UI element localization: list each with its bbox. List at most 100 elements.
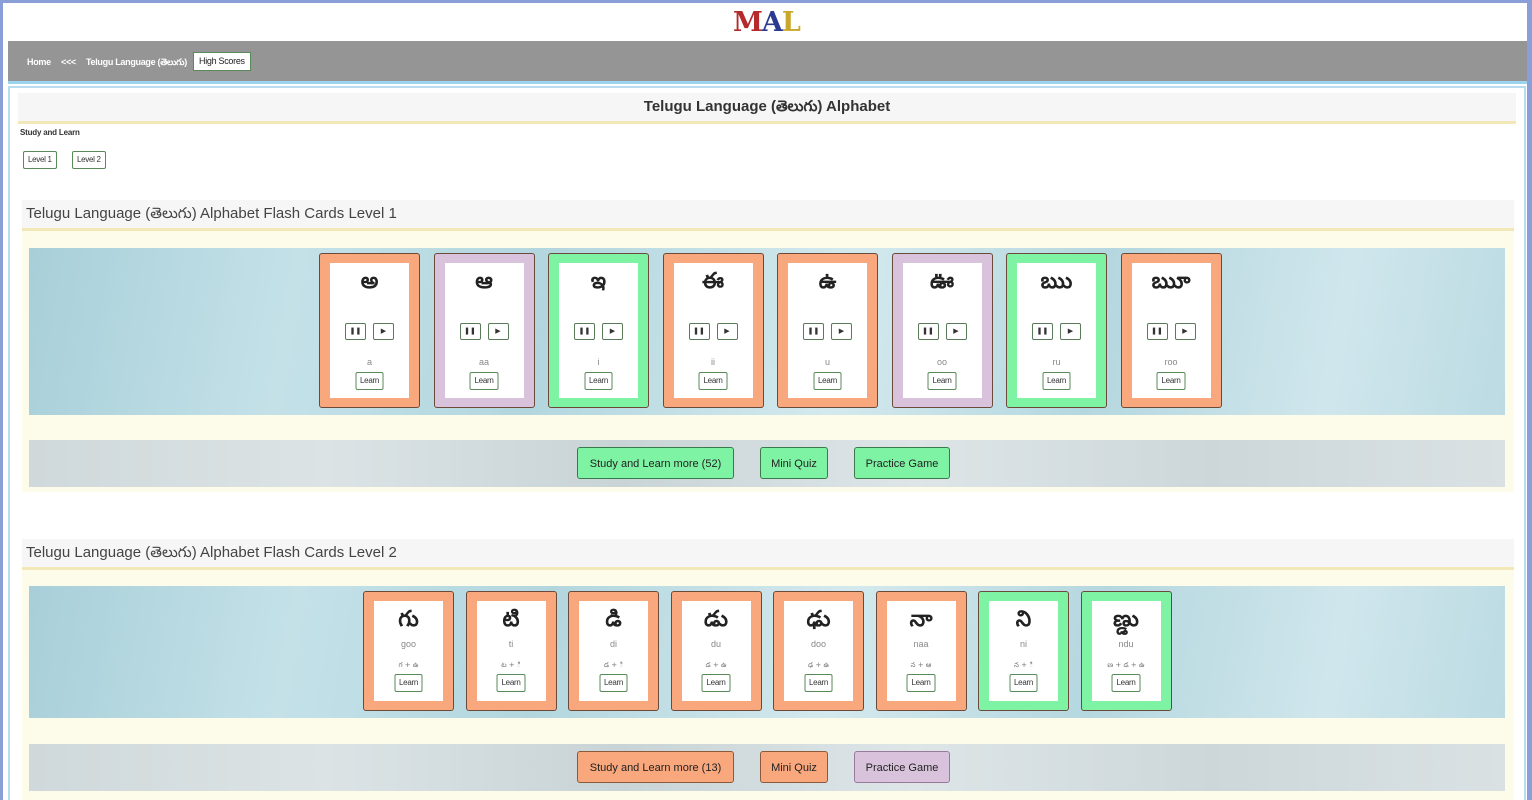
card-face: నా naa న + ఆ Learn: [886, 601, 956, 701]
flash-card: ణ్డు ndu ణ + డ + ఉ Learn: [1080, 591, 1172, 711]
card-letter: ఆ: [475, 269, 493, 294]
level-1-action-strip: Study and Learn more (52) Mini Quiz Practi…: [29, 440, 1505, 487]
learn-button[interactable]: Learn: [355, 372, 384, 390]
pause-icon[interactable]: ❚❚: [459, 323, 481, 340]
card-face: ఢు doo ఢ + ఉ Learn: [784, 601, 853, 701]
card-face: ఇ ❚❚ ▶ i Learn: [559, 263, 638, 398]
card-letter: ఉ: [818, 269, 837, 294]
card-face: అ ❚❚ ▶ a Learn: [330, 263, 409, 398]
flash-card: నా naa న + ఆ Learn: [875, 591, 967, 711]
play-icon[interactable]: ▶: [831, 323, 852, 340]
mini-quiz-button[interactable]: Mini Quiz: [760, 751, 828, 783]
card-face: డి di డ + ి Learn: [579, 601, 648, 701]
play-icon[interactable]: ▶: [716, 323, 738, 340]
card-transliteration: roo: [1164, 357, 1178, 367]
card-transliteration: naa: [913, 639, 929, 649]
learn-button[interactable]: Learn: [469, 372, 499, 390]
pause-icon[interactable]: ❚❚: [1146, 323, 1168, 340]
flash-card: ని ni న + ి Learn: [978, 591, 1069, 711]
card-face: ని ni న + ి Learn: [989, 601, 1058, 701]
card-transliteration: a: [366, 357, 372, 367]
pause-icon[interactable]: ❚❚: [803, 323, 824, 340]
flash-card: ఊ ❚❚ ▶ oo Learn: [891, 253, 993, 408]
card-components: ణ + డ + ఉ: [1107, 661, 1145, 669]
pause-icon[interactable]: ❚❚: [345, 323, 366, 340]
learn-button[interactable]: Learn: [698, 372, 728, 390]
browser-page: MAL Home <<< Telugu Language (తెలుగు) Hi…: [3, 3, 1527, 800]
learn-button[interactable]: Learn: [701, 674, 731, 692]
card-transliteration: oo: [936, 357, 947, 367]
level-2-heading: Telugu Language (తెలుగు) Alphabet Flash …: [22, 539, 1514, 570]
card-letter: ని: [1015, 607, 1032, 632]
level-2-button[interactable]: Level 2: [72, 151, 106, 169]
level-1-heading: Telugu Language (తెలుగు) Alphabet Flash …: [22, 200, 1514, 231]
learn-button[interactable]: Learn: [1111, 674, 1141, 692]
high-scores-button[interactable]: High Scores: [193, 52, 251, 71]
learn-button[interactable]: Learn: [496, 674, 526, 692]
learn-button[interactable]: Learn: [599, 674, 628, 692]
practice-game-button[interactable]: Practice Game: [854, 447, 950, 479]
logo-letter-m: M: [733, 7, 763, 38]
card-transliteration: ii: [711, 357, 715, 367]
flash-card: టి ti ట + ి Learn: [465, 591, 557, 711]
level-1-section: Telugu Language (తెలుగు) Alphabet Flash …: [22, 200, 1514, 492]
card-letter: అ: [360, 269, 379, 294]
card-letter: ఈ: [702, 269, 724, 294]
card-transliteration: ti: [508, 639, 514, 649]
nav-home-link[interactable]: Home: [27, 57, 51, 67]
study-more-button[interactable]: Study and Learn more (13): [577, 751, 734, 783]
level-2-card-strip: గు goo గ + ఉ Learn టి ti ట + ి Learn డి di డ + ి Le…: [29, 586, 1505, 718]
play-icon[interactable]: ▶: [373, 323, 394, 340]
level-2-section: Telugu Language (తెలుగు) Alphabet Flash …: [22, 539, 1514, 800]
mini-quiz-button[interactable]: Mini Quiz: [760, 447, 828, 479]
card-components: డ + ి: [603, 661, 624, 669]
play-icon[interactable]: ▶: [487, 323, 509, 340]
flash-card: ఋ ❚❚ ▶ ru Learn: [1006, 253, 1107, 408]
site-logo[interactable]: MAL: [733, 7, 801, 38]
learn-button[interactable]: Learn: [1042, 372, 1071, 390]
practice-game-button[interactable]: Practice Game: [854, 751, 950, 783]
card-transliteration: u: [824, 357, 830, 367]
play-icon[interactable]: ▶: [945, 323, 967, 340]
learn-button[interactable]: Learn: [394, 674, 423, 692]
card-components: న + ఆ: [910, 661, 932, 669]
learn-button[interactable]: Learn: [584, 372, 613, 390]
pause-icon[interactable]: ❚❚: [688, 323, 710, 340]
learn-button[interactable]: Learn: [927, 372, 957, 390]
pause-icon[interactable]: ❚❚: [1032, 323, 1053, 340]
card-face: ఆ ❚❚ ▶ aa Learn: [444, 263, 524, 398]
pause-icon[interactable]: ❚❚: [574, 323, 595, 340]
card-components: న + ి: [1013, 661, 1034, 669]
card-transliteration: ni: [1019, 639, 1027, 649]
card-face: ఉ ❚❚ ▶ u Learn: [788, 263, 867, 398]
card-face: డు du డ + ఉ Learn: [681, 601, 751, 701]
card-face: ఊ ❚❚ ▶ oo Learn: [902, 263, 982, 398]
learn-button[interactable]: Learn: [1156, 372, 1186, 390]
play-icon[interactable]: ▶: [1060, 323, 1081, 340]
flash-card: ఢు doo ఢ + ఉ Learn: [773, 591, 864, 711]
card-letter: డు: [704, 607, 728, 632]
study-more-button[interactable]: Study and Learn more (52): [577, 447, 734, 479]
flash-card: ఆ ❚❚ ▶ aa Learn: [433, 253, 535, 408]
card-transliteration: aa: [478, 357, 489, 367]
logo-letter-a: A: [761, 7, 783, 38]
flash-card: అ ❚❚ ▶ a Learn: [319, 253, 420, 408]
flash-card: డు du డ + ఉ Learn: [670, 591, 762, 711]
page-title: Telugu Language (తెలుగు) Alphabet: [18, 93, 1516, 124]
level-1-button[interactable]: Level 1: [23, 151, 57, 169]
learn-button[interactable]: Learn: [1009, 674, 1038, 692]
card-face: టి ti ట + ి Learn: [476, 601, 546, 701]
header: MAL: [3, 3, 1527, 40]
pause-icon[interactable]: ❚❚: [917, 323, 939, 340]
card-letter: నా: [909, 607, 933, 632]
learn-button[interactable]: Learn: [813, 372, 842, 390]
card-letter: గు: [398, 607, 419, 632]
nav-current-link[interactable]: Telugu Language (తెలుగు): [86, 57, 187, 70]
learn-button[interactable]: Learn: [906, 674, 936, 692]
play-icon[interactable]: ▶: [1174, 323, 1196, 340]
flash-card: ఇ ❚❚ ▶ i Learn: [548, 253, 649, 408]
play-icon[interactable]: ▶: [602, 323, 623, 340]
nav-back-link[interactable]: <<<: [61, 57, 76, 67]
learn-button[interactable]: Learn: [804, 674, 833, 692]
card-components: డ + ఉ: [705, 661, 727, 669]
